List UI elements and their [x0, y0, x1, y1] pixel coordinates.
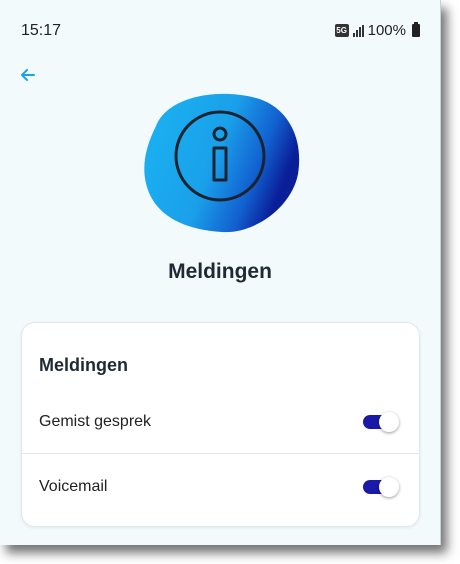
setting-row-voicemail: Voicemail	[22, 456, 419, 520]
app-screen: 15:17 5G 100% Meldingen Meldingen Gemist…	[0, 0, 441, 545]
network-5g-icon: 5G	[334, 24, 349, 37]
setting-label-voicemail: Voicemail	[39, 478, 108, 495]
hero-illustration	[138, 86, 306, 236]
notifications-card: Meldingen Gemist gesprek Voicemail	[21, 322, 420, 527]
status-icons: 5G 100%	[334, 22, 420, 39]
divider	[22, 453, 419, 454]
status-bar: 15:17 5G 100%	[0, 0, 440, 62]
signal-strength-icon	[352, 24, 364, 37]
card-title: Meldingen	[39, 355, 128, 375]
toggle-thumb	[379, 477, 399, 497]
toggle-thumb	[379, 412, 399, 432]
info-blob-icon	[144, 93, 300, 233]
battery-percentage: 100%	[367, 22, 406, 39]
arrow-left-icon	[21, 69, 35, 81]
battery-icon	[412, 22, 420, 37]
setting-row-missed-call: Gemist gesprek	[22, 391, 419, 455]
voicemail-toggle[interactable]	[363, 477, 399, 497]
back-button[interactable]	[14, 62, 42, 88]
setting-label-missed-call: Gemist gesprek	[39, 413, 152, 430]
status-time: 15:17	[21, 22, 62, 39]
page-title: Meldingen	[168, 260, 272, 283]
missed-call-toggle[interactable]	[363, 412, 399, 432]
